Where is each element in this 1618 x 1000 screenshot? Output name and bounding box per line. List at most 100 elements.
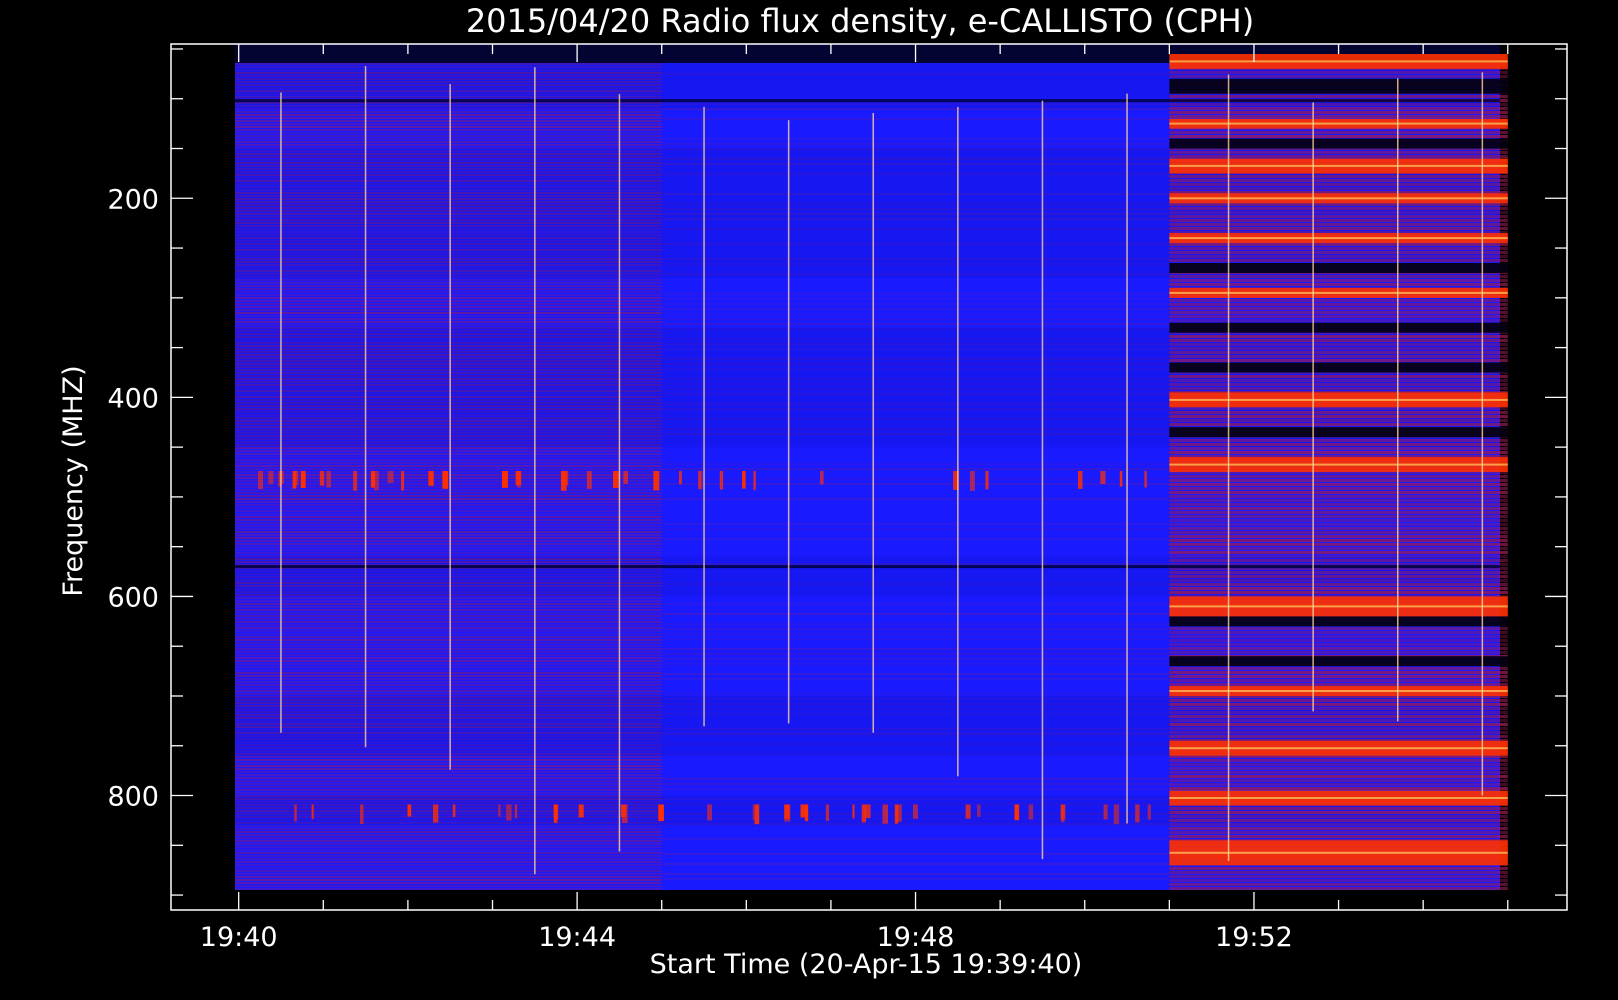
noise-row [235, 321, 662, 323]
burst-mark [452, 804, 456, 817]
noise-row [235, 447, 662, 449]
noise-row [661, 863, 1170, 865]
burst-mark [407, 804, 412, 817]
noise-row [235, 618, 662, 620]
noise-row [661, 658, 1170, 660]
noise-row [235, 453, 662, 455]
strong-noise-row [1169, 823, 1508, 826]
strong-noise-row [1169, 215, 1508, 218]
burst-mark [1103, 804, 1108, 820]
noise-row [661, 623, 1170, 625]
burst-mark [428, 471, 434, 486]
noise-row [235, 132, 662, 134]
burst-mark [268, 471, 274, 485]
strong-noise-row [1169, 539, 1508, 542]
strong-band-peak [1169, 291, 1508, 294]
strong-noise-row [1169, 827, 1508, 830]
noise-row [661, 308, 1170, 310]
noise-row [235, 615, 662, 617]
noise-row [235, 135, 662, 137]
noise-row [235, 885, 662, 887]
strong-noise-row [1169, 419, 1508, 422]
x-tick-label: 19:44 [538, 922, 616, 953]
y-tick-label: 800 [107, 782, 159, 813]
strong-band-peak [1169, 237, 1508, 240]
noise-row [235, 639, 662, 641]
noise-row [235, 312, 662, 314]
strong-noise-row [1169, 315, 1508, 318]
strong-noise-row [1169, 491, 1508, 494]
noise-row [661, 323, 1170, 325]
strong-noise-row [1169, 683, 1508, 686]
noise-row [661, 653, 1170, 655]
noise-row [235, 297, 662, 299]
burst-mark [753, 471, 756, 491]
vertical-spike [1312, 102, 1314, 712]
strong-noise-row [1169, 487, 1508, 490]
strong-noise-row [1169, 227, 1508, 230]
noise-row [235, 606, 662, 608]
noise-row [235, 783, 662, 785]
noise-row [661, 673, 1170, 675]
strong-noise-row [1169, 75, 1508, 78]
burst-mark [1061, 804, 1065, 822]
noise-row [661, 318, 1170, 320]
noise-row [235, 648, 662, 650]
noise-row [235, 828, 662, 830]
noise-row [235, 534, 662, 536]
strong-noise-row [1169, 423, 1508, 426]
noise-row [661, 528, 1170, 530]
dark-band [1169, 138, 1508, 149]
burst-mark [1113, 804, 1120, 825]
dark-band [1169, 427, 1508, 438]
strong-noise-row [1169, 715, 1508, 718]
strong-noise-row [1169, 203, 1508, 206]
noise-row [235, 858, 662, 860]
noise-row [235, 843, 662, 845]
noise-row [235, 120, 662, 122]
strong-noise-row [1169, 547, 1508, 550]
strong-noise-row [1169, 135, 1508, 138]
strong-noise-row [1169, 731, 1508, 734]
noise-row [235, 474, 662, 476]
strong-noise-row [1169, 347, 1508, 350]
strong-noise-row [1169, 407, 1508, 410]
strong-noise-row [1169, 443, 1508, 446]
strong-noise-row [1169, 555, 1508, 558]
strong-noise-row [1169, 223, 1508, 226]
strong-noise-row [1169, 179, 1508, 182]
noise-row [235, 693, 662, 695]
y-tick-label: 600 [107, 582, 159, 613]
noise-row [661, 783, 1170, 785]
noise-row [235, 324, 662, 326]
strong-noise-row [1169, 259, 1508, 262]
noise-row [235, 531, 662, 533]
noise-row [235, 123, 662, 125]
burst-mark [561, 471, 565, 486]
noise-row [661, 613, 1170, 615]
strong-noise-row [1169, 651, 1508, 654]
noise-row [235, 654, 662, 656]
noise-row [235, 549, 662, 551]
noise-row [235, 279, 662, 281]
strong-noise-row [1169, 447, 1508, 450]
strong-noise-row [1169, 483, 1508, 486]
strong-noise-row [1169, 699, 1508, 702]
vertical-spike [957, 106, 959, 777]
noise-row [235, 627, 662, 629]
strong-noise-row [1169, 307, 1508, 310]
burst-mark [1135, 804, 1140, 823]
chart-title: 2015/04/20 Radio flux density, e-CALLIST… [466, 2, 1254, 40]
noise-row [235, 777, 662, 779]
noise-row [235, 612, 662, 614]
burst-mark [1078, 471, 1083, 489]
burst-mark [1100, 471, 1106, 484]
strong-noise-row [1169, 591, 1508, 594]
dark-band [1169, 616, 1508, 627]
burst-mark [752, 804, 755, 821]
noise-row [235, 465, 662, 467]
burst-mark [784, 804, 791, 822]
strong-noise-row [1169, 303, 1508, 306]
noise-row [661, 498, 1170, 500]
strong-noise-row [1169, 243, 1508, 246]
